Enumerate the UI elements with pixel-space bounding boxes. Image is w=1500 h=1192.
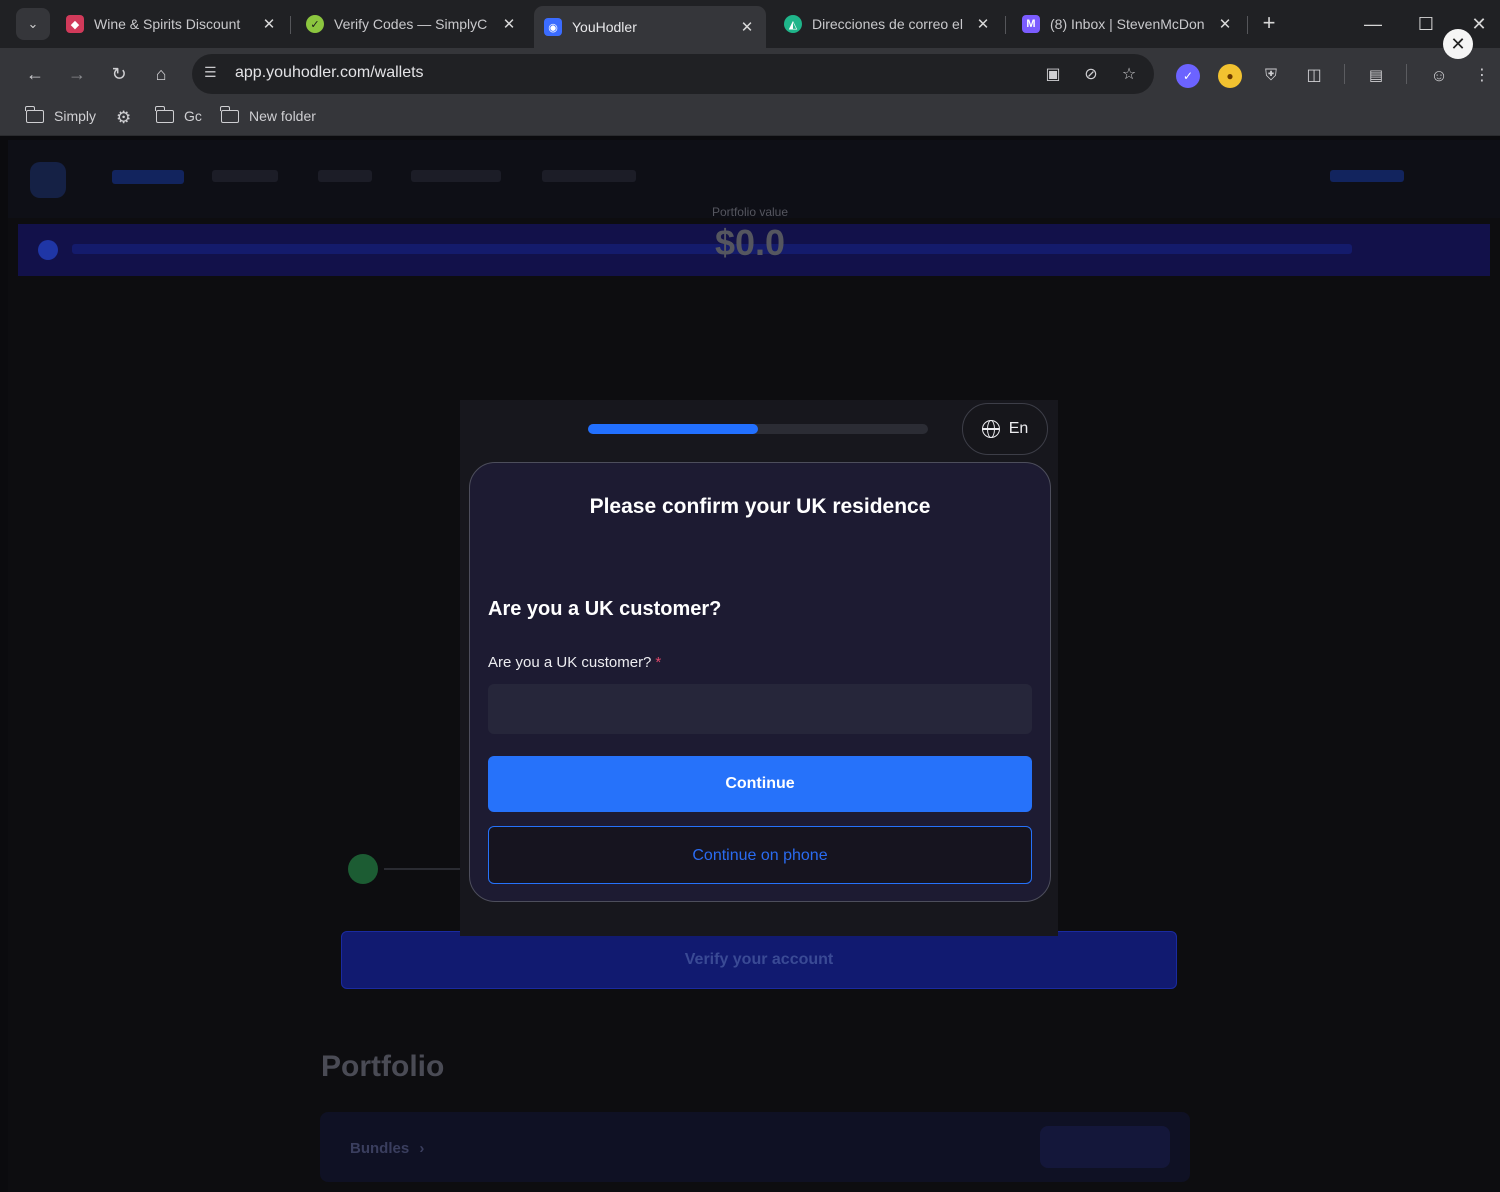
bundles-label[interactable]: Bundles › xyxy=(350,1140,424,1157)
nav-item-4 xyxy=(411,170,501,182)
url-text[interactable]: app.youhodler.com/wallets xyxy=(235,64,424,82)
back-arrow-icon[interactable]: ← xyxy=(21,60,49,88)
nav-item-3 xyxy=(318,170,372,182)
toolbar-divider xyxy=(1406,64,1407,84)
browser-tab-strip: ⌄ ◆ Wine & Spirits Discount ✕ ✓ Verify C… xyxy=(0,0,1500,48)
wine-favicon-icon: ◆ xyxy=(66,15,84,33)
close-icon[interactable]: ✕ xyxy=(1216,15,1234,33)
bookmark-label: Gc xyxy=(184,108,202,124)
progress-bar xyxy=(588,424,928,434)
address-bar[interactable]: ☰ app.youhodler.com/wallets ▣ ⊘ ☆ xyxy=(192,54,1154,94)
forward-arrow-icon[interactable]: → xyxy=(63,60,91,88)
modal-close-icon[interactable]: ✕ xyxy=(1443,29,1473,59)
bundles-label-text: Bundles xyxy=(350,1140,410,1157)
close-icon[interactable]: ✕ xyxy=(738,18,756,36)
tab-direcciones-correo[interactable]: ◭ Direcciones de correo el ✕ xyxy=(774,6,1002,42)
toolbar-divider xyxy=(1344,64,1345,84)
eye-off-icon[interactable]: ⊘ xyxy=(1080,64,1102,86)
uk-customer-select[interactable] xyxy=(488,684,1032,734)
proton-mail-favicon-icon: M xyxy=(1022,15,1040,33)
bookmark-folder-gc[interactable]: Gc xyxy=(155,105,202,124)
verify-account-button[interactable]: Verify your account xyxy=(341,931,1177,989)
step-connector xyxy=(384,868,464,870)
field-label-text: Are you a UK customer? xyxy=(488,654,652,671)
nav-item-5 xyxy=(542,170,636,182)
tab-title: (8) Inbox | StevenMcDon xyxy=(1050,16,1205,32)
no-camera-icon[interactable]: ▣ xyxy=(1042,64,1064,86)
tab-title: Direcciones de correo el xyxy=(812,16,963,32)
close-icon[interactable]: ✕ xyxy=(260,15,278,33)
bookmark-label: New folder xyxy=(249,108,316,124)
modal-title: Please confirm your UK residence xyxy=(589,495,931,518)
language-label: En xyxy=(1008,420,1029,437)
downloads-icon[interactable]: ▤ xyxy=(1364,64,1388,88)
tab-youhodler[interactable]: ◉ YouHodler ✕ xyxy=(534,6,766,48)
bundles-action-button[interactable] xyxy=(1040,1126,1170,1168)
youhodler-favicon-icon: ◉ xyxy=(544,18,562,36)
mail-favicon-icon: ◭ xyxy=(784,15,802,33)
portfolio-value: $0.0 xyxy=(714,222,786,263)
bookmark-label: Simply xyxy=(54,108,97,124)
tab-wine-spirits[interactable]: ◆ Wine & Spirits Discount ✕ xyxy=(56,6,288,42)
tab-proton-inbox[interactable]: M (8) Inbox | StevenMcDon ✕ xyxy=(1012,6,1244,42)
globe-icon xyxy=(981,420,1000,438)
youhodler-logo xyxy=(30,162,66,198)
profile-icon[interactable]: ☺ xyxy=(1427,64,1451,88)
close-icon[interactable]: ✕ xyxy=(500,15,518,33)
question-heading: Are you a UK customer? xyxy=(488,598,722,620)
reload-icon[interactable]: ↻ xyxy=(105,60,133,88)
shield-icon[interactable]: ⛨ xyxy=(1259,64,1283,88)
language-selector-button[interactable]: En xyxy=(962,403,1048,455)
tab-divider xyxy=(1005,16,1006,34)
folder-icon xyxy=(155,105,174,123)
minimize-icon[interactable]: — xyxy=(1353,8,1393,40)
tab-title: YouHodler xyxy=(572,19,637,35)
continue-on-phone-button[interactable]: Continue on phone xyxy=(488,826,1032,884)
home-icon[interactable]: ⌂ xyxy=(147,60,175,88)
bookmark-gear[interactable]: ⚙ xyxy=(116,108,131,128)
bookmark-folder-simply[interactable]: Simply xyxy=(25,105,97,124)
uk-customer-field-label: Are you a UK customer? * xyxy=(488,654,661,671)
check-favicon-icon: ✓ xyxy=(306,15,324,33)
nav-right-link xyxy=(1330,170,1404,182)
nav-item-2 xyxy=(212,170,278,182)
bookmarks-bar: Simply ⚙ Gc New folder xyxy=(0,100,1500,136)
maximize-icon[interactable]: ☐ xyxy=(1406,8,1446,40)
folder-icon xyxy=(25,105,44,123)
extensions-puzzle-icon[interactable]: ◫ xyxy=(1302,64,1326,88)
tab-divider xyxy=(1247,16,1248,34)
portfolio-heading: Portfolio xyxy=(321,1050,445,1083)
menu-kebab-icon[interactable]: ⋮ xyxy=(1470,64,1494,88)
tab-title: Verify Codes — SimplyC xyxy=(334,16,488,32)
folder-icon xyxy=(220,105,239,123)
tab-verify-codes[interactable]: ✓ Verify Codes — SimplyC ✕ xyxy=(296,6,528,42)
portfolio-value-label: Portfolio value xyxy=(711,205,789,219)
gear-icon: ⚙ xyxy=(116,108,132,127)
step-complete-dot xyxy=(348,854,378,884)
extension-yellow-icon[interactable]: ● xyxy=(1218,64,1242,88)
chevron-right-icon: › xyxy=(419,1140,425,1157)
tab-title: Wine & Spirits Discount xyxy=(94,16,241,32)
continue-button[interactable]: Continue xyxy=(488,756,1032,812)
tab-search-chevron-icon[interactable]: ⌄ xyxy=(16,8,50,40)
progress-bar-fill xyxy=(588,424,758,434)
close-icon[interactable]: ✕ xyxy=(974,15,992,33)
extension-purple-icon[interactable]: ✓ xyxy=(1176,64,1200,88)
site-settings-icon[interactable]: ☰ xyxy=(204,64,224,84)
bookmark-folder-new[interactable]: New folder xyxy=(220,105,316,124)
nav-item-wallets xyxy=(112,170,184,184)
new-tab-plus-icon[interactable]: + xyxy=(1256,10,1282,38)
bookmark-star-icon[interactable]: ☆ xyxy=(1118,64,1140,86)
tab-divider xyxy=(290,16,291,34)
required-asterisk: * xyxy=(655,654,662,671)
